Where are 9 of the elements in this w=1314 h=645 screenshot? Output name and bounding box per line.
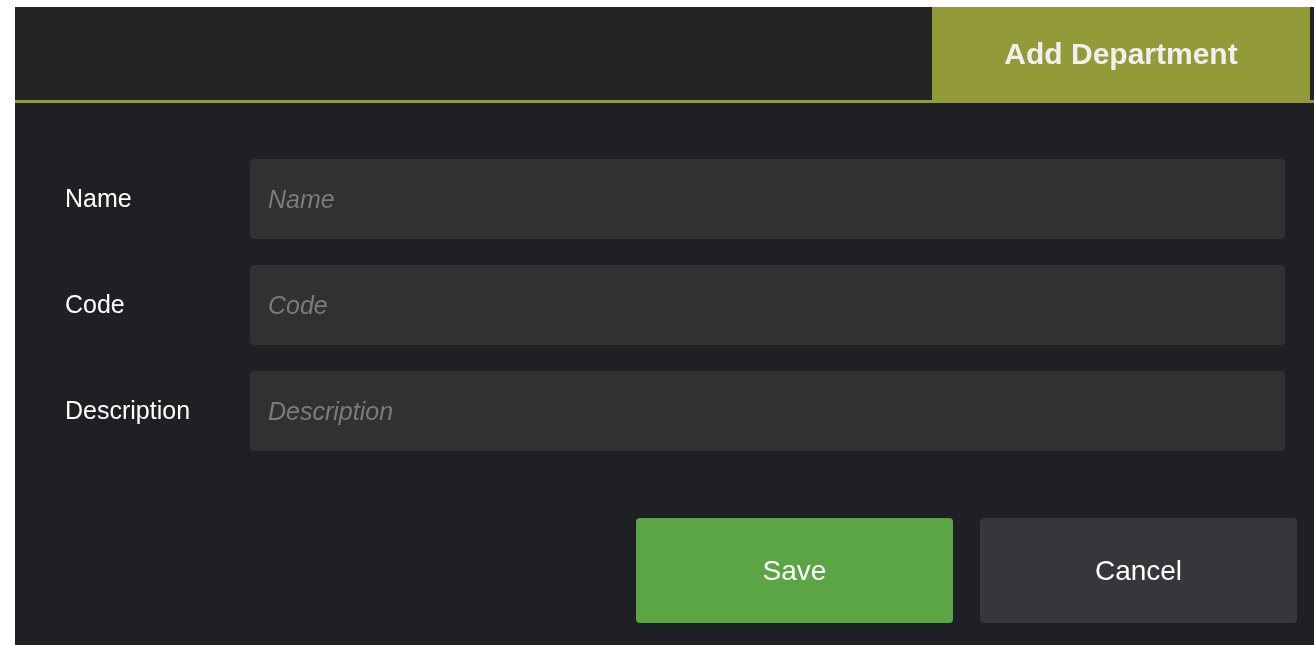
field-label: Name <box>64 183 133 215</box>
input-field[interactable]: Code <box>250 265 1285 345</box>
input-field[interactable]: Description <box>250 371 1285 451</box>
tab[interactable]: Add Department <box>932 7 1310 100</box>
field-label: Code <box>64 289 126 321</box>
cancel-button[interactable]: Cancel <box>980 518 1297 623</box>
input-field[interactable]: Name <box>250 159 1285 239</box>
save-button[interactable]: Save <box>636 518 953 623</box>
field-label: Description <box>64 395 192 427</box>
